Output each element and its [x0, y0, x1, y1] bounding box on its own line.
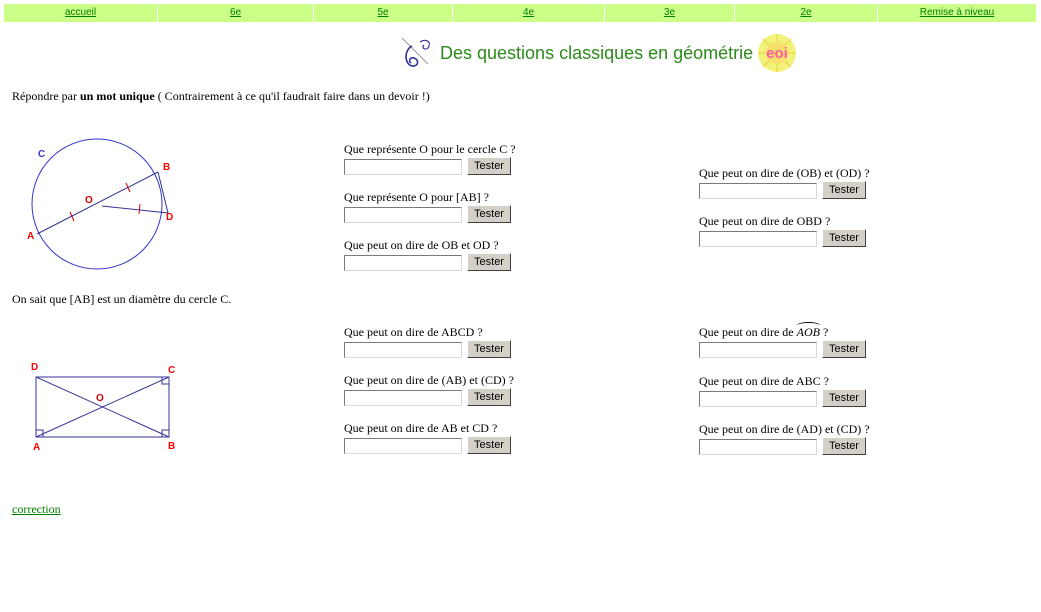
- answer-input[interactable]: [344, 255, 462, 271]
- question-label: Que peut on dire de AB et CD ?: [344, 421, 498, 435]
- answer-input[interactable]: [699, 439, 817, 455]
- svg-text:eoi: eoi: [766, 45, 788, 62]
- diameter-note: On sait que [AB] est un diamètre du cerc…: [12, 292, 232, 306]
- question-label: Que peut on dire de OB et OD ?: [344, 238, 499, 252]
- rectangle-figure: D C O A B: [31, 362, 175, 453]
- instructions-bold: un mot unique: [79, 89, 155, 103]
- question-9: Que peut on dire de AOB ? Tester: [699, 322, 866, 358]
- nav-6e[interactable]: 6e: [158, 4, 314, 22]
- instructions-prefix: Répondre par: [12, 89, 80, 103]
- question-label: Que représente O pour le cercle C ?: [344, 142, 516, 156]
- answer-input[interactable]: [344, 390, 462, 406]
- question-2: Que représente O pour [AB] ? Tester: [344, 191, 511, 223]
- answer-input[interactable]: [344, 342, 462, 358]
- question-label: Que peut on dire de ABCD ?: [344, 325, 483, 339]
- point-label-b: B: [168, 441, 175, 452]
- point-label-c: C: [168, 365, 175, 376]
- instructions: Répondre par un mot unique ( Contraireme…: [12, 89, 430, 104]
- tester-button[interactable]: Tester: [467, 205, 511, 223]
- point-label-a: A: [33, 442, 40, 453]
- geometry-logo-icon: [401, 37, 430, 67]
- question-label: Que peut on dire de ABC ?: [699, 374, 829, 388]
- question-label: Que peut on dire de (AB) et (CD) ?: [344, 373, 514, 387]
- point-label-o: O: [85, 195, 93, 206]
- nav-2e[interactable]: 2e: [735, 4, 878, 22]
- question-3: Que peut on dire de OB et OD ? Tester: [344, 239, 511, 271]
- question-8: Que peut on dire de AB et CD ? Tester: [344, 422, 511, 454]
- answer-input[interactable]: [344, 438, 462, 454]
- tester-button[interactable]: Tester: [467, 157, 511, 175]
- site-logo-icon: eoi: [758, 34, 797, 72]
- question-10: Que peut on dire de ABC ? Tester: [699, 375, 866, 407]
- tester-button[interactable]: Tester: [822, 437, 866, 455]
- question-6: Que peut on dire de ABCD ? Tester: [344, 326, 511, 358]
- question-label: Que peut on dire de (AD) et (CD) ?: [699, 422, 870, 436]
- question-label: Que représente O pour [AB] ?: [344, 190, 489, 204]
- question-label-suffix: ?: [819, 325, 829, 339]
- answer-input[interactable]: [699, 342, 817, 358]
- nav-remise-a-niveau[interactable]: Remise à niveau: [878, 4, 1037, 22]
- tester-button[interactable]: Tester: [822, 340, 866, 358]
- page-header: Des questions classiques en géométrie eo…: [398, 33, 797, 73]
- question-label: Que peut on dire de OBD ?: [699, 214, 831, 228]
- point-label-b: B: [163, 162, 170, 173]
- answer-input[interactable]: [699, 183, 817, 199]
- point-label-a: A: [27, 231, 34, 242]
- answer-input[interactable]: [699, 231, 817, 247]
- question-5: Que peut on dire de OBD ? Tester: [699, 215, 866, 247]
- point-label-d: D: [31, 362, 38, 373]
- page-title: Des questions classiques en géométrie: [440, 42, 754, 63]
- question-1: Que représente O pour le cercle C ? Test…: [344, 143, 516, 175]
- correction-link[interactable]: correction: [12, 502, 61, 517]
- tester-button[interactable]: Tester: [467, 388, 511, 406]
- instructions-suffix: ( Contrairement à ce qu'il faudrait fair…: [154, 89, 430, 103]
- tester-button[interactable]: Tester: [822, 389, 866, 407]
- answer-input[interactable]: [344, 159, 462, 175]
- circle-figure: C B O A D: [27, 138, 173, 270]
- tester-button[interactable]: Tester: [822, 229, 866, 247]
- nav-4e[interactable]: 4e: [453, 4, 605, 22]
- question-label: Que peut on dire de (OB) et (OD) ?: [699, 166, 870, 180]
- point-label-d: D: [166, 212, 173, 223]
- question-7: Que peut on dire de (AB) et (CD) ? Teste…: [344, 374, 514, 406]
- answer-input[interactable]: [699, 391, 817, 407]
- arc-aob: AOB: [796, 322, 821, 339]
- tester-button[interactable]: Tester: [467, 436, 511, 454]
- question-11: Que peut on dire de (AD) et (CD) ? Teste…: [699, 423, 870, 455]
- nav-accueil[interactable]: accueil: [4, 4, 158, 22]
- tester-button[interactable]: Tester: [467, 340, 511, 358]
- question-label-prefix: Que peut on dire de: [699, 325, 797, 339]
- tester-button[interactable]: Tester: [467, 253, 511, 271]
- nav-5e[interactable]: 5e: [314, 4, 453, 22]
- point-label-o: O: [96, 393, 104, 404]
- tester-button[interactable]: Tester: [822, 181, 866, 199]
- top-nav: accueil 6e 5e 4e 3e 2e Remise à niveau: [4, 4, 1037, 22]
- question-4: Que peut on dire de (OB) et (OD) ? Teste…: [699, 167, 870, 199]
- answer-input[interactable]: [344, 207, 462, 223]
- circle-label-c: C: [38, 149, 45, 160]
- nav-3e[interactable]: 3e: [605, 4, 735, 22]
- question-label: Que peut on dire de AOB ?: [699, 322, 866, 339]
